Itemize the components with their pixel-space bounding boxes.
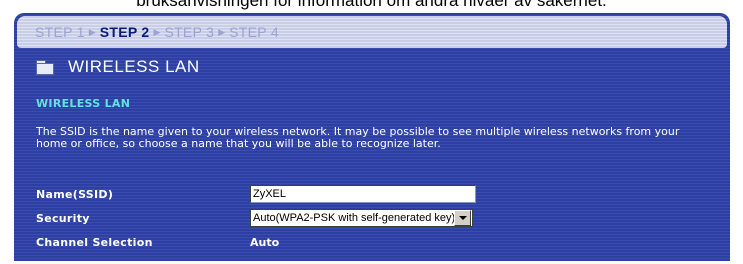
step-3[interactable]: STEP 3 [164, 24, 214, 40]
dropdown-button[interactable] [454, 210, 471, 226]
description-text: The SSID is the name given to your wirel… [36, 125, 680, 150]
security-row: Security Auto(WPA2-PSK with self-generat… [36, 209, 473, 227]
subheading: WIRELESS LAN [36, 97, 131, 110]
wizard-panel: STEP 1 ▶ STEP 2 ▶ STEP 3 ▶ STEP 4 WIRELE… [14, 13, 730, 261]
section-header: WIRELESS LAN [36, 55, 200, 79]
channel-row: Channel Selection Auto [36, 236, 279, 249]
ssid-label: Name(SSID) [36, 187, 114, 201]
step-separator-icon: ▶ [153, 26, 161, 37]
wizard-steps-bar: STEP 1 ▶ STEP 2 ▶ STEP 3 ▶ STEP 4 [17, 16, 727, 48]
section-title: WIRELESS LAN [68, 57, 200, 76]
step-separator-icon: ▶ [88, 26, 96, 37]
chevron-down-icon [458, 216, 467, 220]
channel-label: Channel Selection [36, 236, 153, 249]
security-select[interactable]: Auto(WPA2-PSK with self-generated key) [250, 209, 473, 227]
security-selected-value: Auto(WPA2-PSK with self-generated key) [253, 212, 454, 224]
security-label: Security [36, 211, 90, 225]
ssid-input[interactable] [250, 185, 476, 203]
channel-value: Auto [250, 236, 280, 249]
step-1[interactable]: STEP 1 [35, 24, 85, 40]
page-caption: bruksanvisningen för information om andr… [136, 0, 607, 10]
folder-icon [36, 60, 54, 75]
step-separator-icon: ▶ [218, 26, 226, 37]
step-4[interactable]: STEP 4 [229, 24, 279, 40]
step-2[interactable]: STEP 2 [100, 24, 150, 40]
ssid-row: Name(SSID) [36, 185, 476, 203]
